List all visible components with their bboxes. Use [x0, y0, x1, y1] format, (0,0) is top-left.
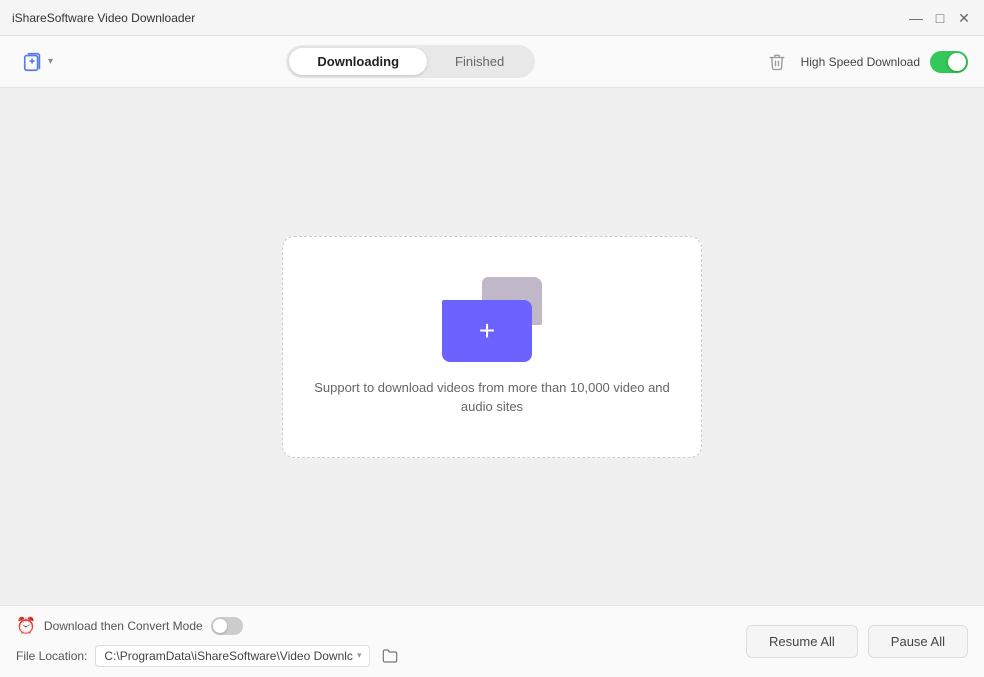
open-folder-button[interactable] [378, 644, 402, 668]
tab-pill: Downloading Finished [286, 45, 535, 78]
high-speed-label: High Speed Download [801, 55, 920, 69]
folder-plus-icon: + [479, 317, 495, 345]
add-download-icon [22, 51, 44, 73]
trash-icon [768, 53, 786, 71]
file-location-row: File Location: C:\ProgramData\iShareSoft… [16, 644, 746, 668]
file-location-label: File Location: [16, 649, 87, 663]
folder-front-icon: + [442, 300, 532, 362]
close-button[interactable]: ✕ [956, 10, 972, 26]
title-bar: iShareSoftware Video Downloader — □ ✕ [0, 0, 984, 36]
app-title: iShareSoftware Video Downloader [12, 11, 908, 25]
folder-icon-wrap: + [442, 277, 542, 362]
file-location-text: C:\ProgramData\iShareSoftware\Video Down… [104, 649, 353, 663]
toolbar: ▾ Downloading Finished High Speed Downlo… [0, 36, 984, 88]
empty-state: + Support to download videos from more t… [282, 236, 702, 458]
empty-state-text: Support to download videos from more tha… [314, 378, 670, 417]
pause-all-button[interactable]: Pause All [868, 625, 968, 658]
mode-row: ⏰ Download then Convert Mode [16, 616, 746, 636]
footer-right: Resume All Pause All [746, 625, 968, 658]
tab-downloading[interactable]: Downloading [289, 48, 427, 75]
high-speed-toggle[interactable] [930, 51, 968, 73]
mode-label: Download then Convert Mode [44, 619, 203, 633]
toolbar-right: High Speed Download [763, 48, 968, 76]
footer: ⏰ Download then Convert Mode File Locati… [0, 605, 984, 677]
folder-open-icon [382, 648, 398, 664]
footer-left: ⏰ Download then Convert Mode File Locati… [16, 616, 746, 668]
tab-finished[interactable]: Finished [427, 48, 532, 75]
window-controls: — □ ✕ [908, 10, 972, 26]
delete-button[interactable] [763, 48, 791, 76]
alarm-icon: ⏰ [16, 616, 36, 636]
mode-toggle[interactable] [211, 617, 243, 635]
main-content: + Support to download videos from more t… [0, 88, 984, 605]
file-location-chevron: ▾ [357, 650, 362, 661]
add-download-button[interactable]: ▾ [16, 47, 59, 77]
file-location-selector[interactable]: C:\ProgramData\iShareSoftware\Video Down… [95, 645, 370, 667]
minimize-button[interactable]: — [908, 10, 924, 26]
maximize-button[interactable]: □ [932, 10, 948, 26]
resume-all-button[interactable]: Resume All [746, 625, 858, 658]
tab-switcher: Downloading Finished [71, 45, 751, 78]
add-download-chevron: ▾ [48, 56, 53, 67]
